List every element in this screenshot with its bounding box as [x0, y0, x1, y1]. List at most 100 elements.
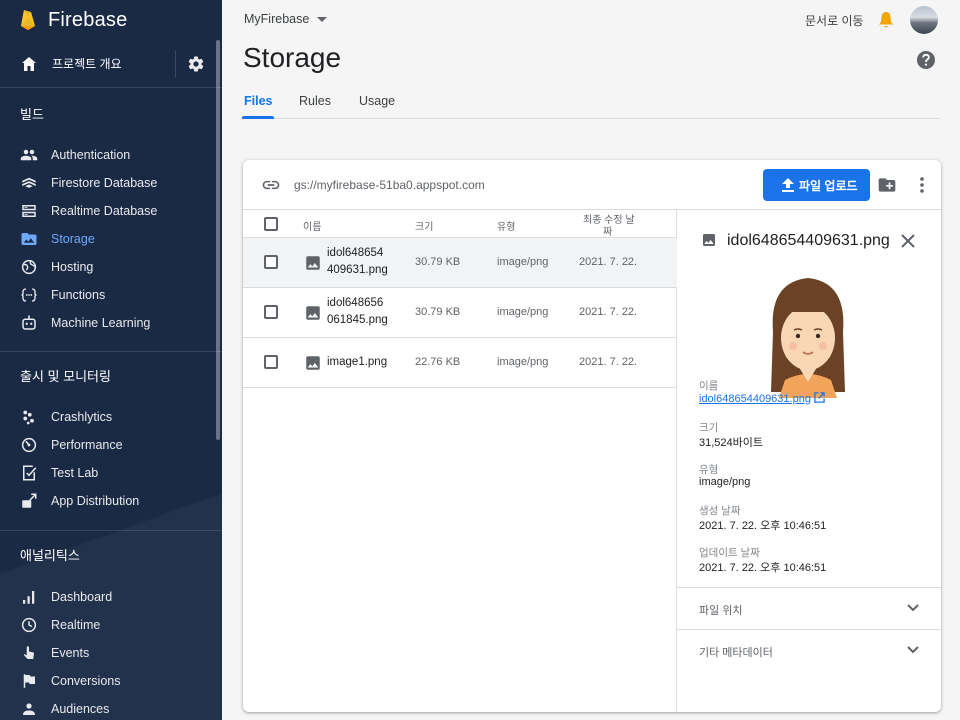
gear-icon[interactable]: [187, 55, 205, 73]
sidebar: Firebase 프로젝트 개요 빌드 Authentication Fires…: [0, 0, 222, 720]
file-list: 이름 크기 유형 최종 수정 날 짜 idol648654 409631.png …: [243, 210, 677, 712]
file-name-line: idol648654: [327, 247, 384, 259]
other-metadata-accordion[interactable]: 기타 메타데이터: [677, 629, 941, 671]
accordion-label: 기타 메타데이터: [699, 647, 773, 659]
accordion-label: 파일 위치: [699, 605, 743, 617]
tab-usage[interactable]: Usage: [359, 94, 395, 108]
column-type[interactable]: 유형: [497, 218, 515, 233]
brand[interactable]: Firebase: [0, 0, 222, 40]
sidebar-item-realtime-database[interactable]: Realtime Database: [0, 197, 222, 225]
chevron-down-icon: [317, 16, 328, 22]
link-icon[interactable]: [261, 175, 281, 195]
table-row[interactable]: idol648656 061845.png 30.79 KB image/png …: [243, 288, 677, 338]
size-label: 크기: [699, 422, 719, 434]
sidebar-item-app-distribution[interactable]: App Distribution: [0, 487, 222, 515]
sidebar-item-functions[interactable]: Functions: [0, 281, 222, 309]
created-value: 2021. 7. 22. 오후 10:46:51: [699, 520, 827, 532]
more-vert-icon[interactable]: [913, 175, 931, 195]
file-type: image/png: [497, 256, 549, 268]
sidebar-item-performance[interactable]: Performance: [0, 431, 222, 459]
page-title: Storage: [243, 42, 342, 73]
sidebar-item-dashboard[interactable]: Dashboard: [0, 583, 222, 611]
file-download-link[interactable]: idol648654409631.png: [699, 392, 825, 405]
sidebar-item-label: Realtime Database: [51, 204, 158, 218]
help-icon[interactable]: [916, 50, 936, 70]
upload-file-label: 파일 업로드: [799, 178, 858, 193]
file-name-line: 409631.png: [327, 264, 388, 276]
file-size: 30.79 KB: [415, 256, 461, 268]
sidebar-item-realtime[interactable]: Realtime: [0, 611, 222, 639]
file-size: 30.79 KB: [415, 306, 461, 318]
project-overview[interactable]: 프로젝트 개요: [0, 40, 222, 88]
sidebar-item-label: Machine Learning: [51, 316, 151, 330]
upload-file-button[interactable]: 파일 업로드: [763, 169, 870, 201]
sidebar-item-label: Events: [51, 646, 90, 660]
file-name[interactable]: image1.png: [327, 354, 387, 371]
file-modified: 2021. 7. 22.: [579, 256, 638, 268]
create-folder-icon[interactable]: [877, 175, 897, 195]
file-modified: 2021. 7. 22.: [579, 356, 638, 368]
close-icon[interactable]: [901, 234, 915, 248]
row-checkbox[interactable]: [264, 355, 278, 369]
bell-icon[interactable]: [878, 11, 894, 29]
sidebar-item-audiences[interactable]: Audiences: [0, 695, 222, 720]
globe-icon: [21, 259, 37, 275]
project-selector[interactable]: MyFirebase: [244, 12, 328, 26]
table-row[interactable]: image1.png 22.76 KB image/png 2021. 7. 2…: [243, 338, 677, 388]
flag-icon: [23, 674, 35, 688]
size-value: 31,524바이트: [699, 437, 764, 449]
speedometer-icon: [21, 437, 37, 453]
row-checkbox[interactable]: [264, 255, 278, 269]
sidebar-item-label: Storage: [51, 232, 95, 246]
sidebar-item-firestore[interactable]: Firestore Database: [0, 169, 222, 197]
updated-value: 2021. 7. 22. 오후 10:46:51: [699, 562, 827, 574]
sidebar-item-authentication[interactable]: Authentication: [0, 141, 222, 169]
sidebar-scrollbar[interactable]: [216, 40, 220, 440]
avatar[interactable]: [910, 6, 938, 34]
sidebar-item-machine-learning[interactable]: Machine Learning: [0, 309, 222, 337]
sidebar-item-crashlytics[interactable]: Crashlytics: [0, 403, 222, 431]
section-title-release-monitor: 출시 및 모니터링: [20, 369, 111, 384]
image-file-icon: [306, 256, 320, 270]
file-name[interactable]: idol648656 061845.png: [327, 295, 388, 329]
file-location-accordion[interactable]: 파일 위치: [677, 587, 941, 629]
name-label: 이름: [699, 380, 719, 392]
sidebar-item-label: Crashlytics: [51, 410, 113, 424]
sidebar-item-label: Dashboard: [51, 590, 113, 604]
bar-chart-icon: [23, 591, 35, 604]
bucket-path[interactable]: gs://myfirebase-51ba0.appspot.com: [294, 178, 485, 192]
tab-rules[interactable]: Rules: [299, 94, 331, 108]
file-preview-image: [771, 278, 845, 398]
file-name-line: 061845.png: [327, 314, 388, 326]
tab-bar: Files Rules Usage: [242, 88, 940, 119]
crashlytics-icon: [23, 410, 34, 425]
file-type: image/png: [497, 356, 549, 368]
sidebar-item-hosting[interactable]: Hosting: [0, 253, 222, 281]
column-modified-wrap: 짜: [603, 227, 613, 238]
row-checkbox[interactable]: [264, 305, 278, 319]
file-type: image/png: [497, 306, 549, 318]
sidebar-item-test-lab[interactable]: Test Lab: [0, 459, 222, 487]
database-icon: [22, 205, 36, 217]
file-name-line: idol648656: [327, 297, 384, 309]
column-name[interactable]: 이름: [303, 218, 321, 233]
main-content: MyFirebase 문서로 이동 Storage Files Rules Us…: [222, 0, 960, 720]
type-label: 유형: [699, 464, 719, 476]
tab-files[interactable]: Files: [244, 94, 273, 108]
image-file-icon: [306, 306, 320, 320]
sidebar-item-storage[interactable]: Storage: [0, 225, 222, 253]
image-folder-icon: [21, 233, 37, 245]
firebase-logo-icon: [21, 10, 35, 30]
select-all-checkbox[interactable]: [264, 217, 278, 231]
docs-link[interactable]: 문서로 이동: [805, 12, 864, 29]
table-row[interactable]: idol648654 409631.png 30.79 KB image/png …: [243, 238, 677, 288]
sidebar-item-events[interactable]: Events: [0, 639, 222, 667]
open-in-new-icon: [814, 392, 825, 403]
file-name[interactable]: idol648654 409631.png: [327, 245, 388, 279]
file-size: 22.76 KB: [415, 356, 461, 368]
column-size[interactable]: 크기: [415, 218, 433, 233]
home-icon: [22, 57, 36, 71]
people-icon: [20, 149, 38, 161]
project-overview-label: 프로젝트 개요: [52, 57, 122, 71]
sidebar-item-conversions[interactable]: Conversions: [0, 667, 222, 695]
